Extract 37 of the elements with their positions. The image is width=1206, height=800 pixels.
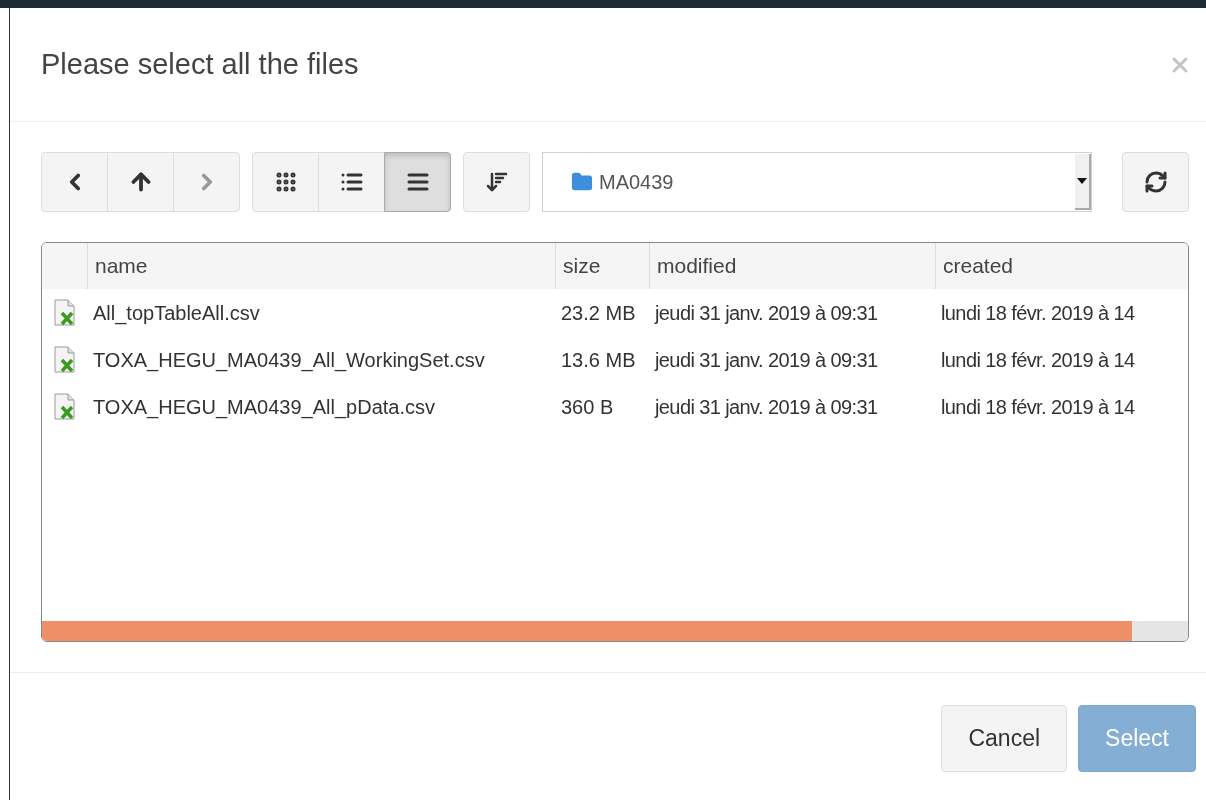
details-view-button[interactable] — [384, 152, 451, 212]
column-header[interactable]: name — [95, 250, 148, 282]
table-cell: jeudi 31 janv. 2019 à 09:31 — [655, 301, 878, 324]
table-cell: TOXA_HEGU_MA0439_All_WorkingSet.csv — [93, 348, 485, 371]
sort-button[interactable] — [463, 152, 530, 212]
file-row[interactable]: All_topTableAll.csv 23.2 MB jeudi 31 janv. 2019 à 09:31 lundi 18 févr. 2019 à 14 — [42, 289, 1188, 336]
table-cell: All_topTableAll.csv — [93, 301, 260, 324]
column-header[interactable]: created — [943, 250, 1014, 282]
table-cell: 13.6 MB — [561, 348, 636, 371]
table-cell: jeudi 31 janv. 2019 à 09:31 — [655, 348, 878, 371]
up-button[interactable] — [107, 152, 174, 212]
horizontal-scrollbar[interactable] — [42, 621, 1188, 641]
table-cell: lundi 18 févr. 2019 à 14 — [941, 301, 1135, 324]
column-header[interactable]: modified — [657, 250, 737, 282]
spreadsheet-file-icon — [53, 345, 77, 374]
table-cell: lundi 18 févr. 2019 à 14 — [941, 348, 1135, 371]
sort-icon — [484, 170, 509, 194]
spreadsheet-file-icon — [53, 392, 77, 421]
folder-name: MA0439 — [599, 170, 675, 195]
spreadsheet-file-icon — [53, 298, 77, 327]
refresh-icon — [1143, 170, 1168, 194]
file-row[interactable]: TOXA_HEGU_MA0439_All_WorkingSet.csv 13.6 MB jeudi 31 janv. 2019 à 09:31 lundi 18 févr. 2019 à 14 — [42, 336, 1188, 383]
table-cell: 360 B — [561, 395, 614, 418]
list-view-button[interactable] — [318, 152, 385, 212]
dialog-title: Please select all the files — [41, 46, 359, 82]
dropdown-caret-icon — [1075, 154, 1091, 210]
file-row[interactable]: TOXA_HEGU_MA0439_All_pData.csv 360 B jeudi 31 janv. 2019 à 09:31 lundi 18 févr. 2019 à 14 — [42, 383, 1188, 430]
table-cell: lundi 18 févr. 2019 à 14 — [941, 395, 1135, 418]
refresh-button[interactable] — [1122, 152, 1189, 212]
cancel-button[interactable]: Cancel — [941, 705, 1068, 772]
icons-view-button[interactable] — [252, 152, 319, 212]
folder-select[interactable]: MA0439 — [542, 152, 1092, 212]
column-header[interactable]: size — [563, 250, 601, 282]
table-cell: 23.2 MB — [561, 301, 636, 324]
folder-icon — [571, 171, 593, 193]
table-cell: TOXA_HEGU_MA0439_All_pData.csv — [93, 395, 435, 418]
table-cell: jeudi 31 janv. 2019 à 09:31 — [655, 395, 878, 418]
